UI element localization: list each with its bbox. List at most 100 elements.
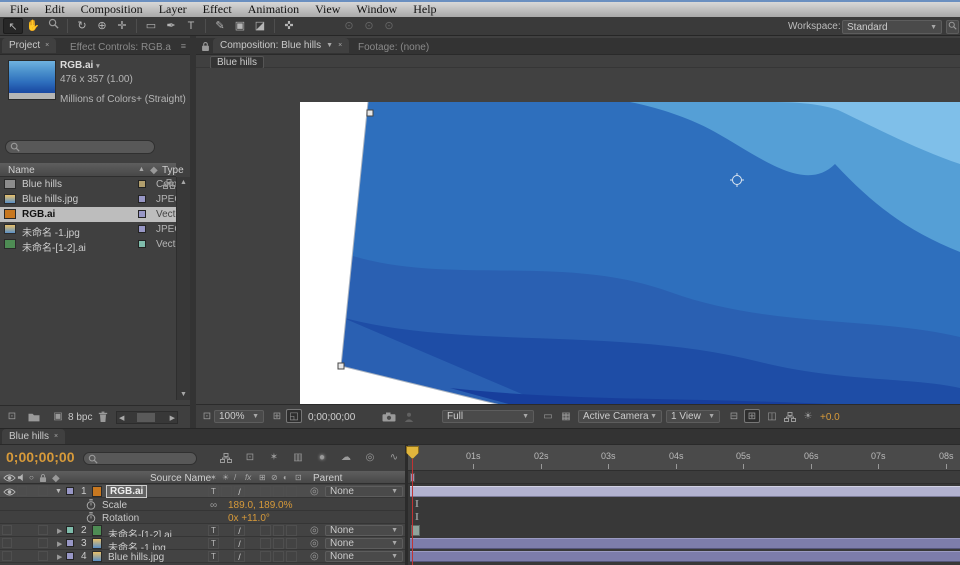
switch-cell[interactable] xyxy=(221,486,232,497)
collapse-transformations-switch[interactable]: T xyxy=(208,551,219,562)
grid-guides-icon[interactable]: ⊞ xyxy=(744,409,760,423)
audio-cell[interactable] xyxy=(17,486,27,496)
scroll-down-icon[interactable]: ▼ xyxy=(180,391,187,398)
menu-composition[interactable]: Composition xyxy=(81,2,143,17)
project-row-rgb-ai-selected[interactable]: RGB.ai Vecto xyxy=(0,207,176,222)
menu-layer[interactable]: Layer xyxy=(159,2,187,17)
expander-icon[interactable]: ▼ xyxy=(55,488,62,495)
parent-pickwhip-icon[interactable]: ◎ xyxy=(310,538,319,549)
parent-pickwhip-icon[interactable]: ◎ xyxy=(310,551,319,562)
tab-composition-blue-hills[interactable]: Composition: Blue hills ▼ × xyxy=(213,38,349,53)
snapshot-camera-icon[interactable] xyxy=(382,412,396,425)
switch-cell[interactable] xyxy=(260,551,271,562)
safe-margins-icon[interactable]: ⊞ xyxy=(269,410,285,424)
pen-tool-icon[interactable]: ✒ xyxy=(161,18,181,34)
camera-view-dropdown[interactable]: Active Camera▼ xyxy=(578,410,662,423)
motion-blur-icon[interactable]: ● xyxy=(314,451,330,465)
collapse-transformations-switch[interactable]: T xyxy=(208,525,219,536)
track-area[interactable]: I I xyxy=(408,484,960,565)
layer-bar-rgb-ai[interactable] xyxy=(410,486,960,497)
workspace-dropdown[interactable]: Standard▼ xyxy=(842,20,942,34)
current-time-display[interactable]: 0;00;00;00 xyxy=(6,449,75,465)
switch-cell[interactable] xyxy=(286,551,297,562)
layer-row-1[interactable]: ▼ 1 RGB.ai T / ◎ None▼ xyxy=(0,485,405,498)
interpret-footage-icon[interactable]: ⊡ xyxy=(4,410,20,424)
switch-cell[interactable] xyxy=(273,551,284,562)
switch-cell[interactable] xyxy=(273,525,284,536)
mask-shape-tool-icon[interactable]: ▭ xyxy=(141,18,161,34)
share-view-icon[interactable]: ⊟ xyxy=(726,410,742,424)
brush-tool-icon[interactable]: ✎ xyxy=(210,18,230,34)
view-layout-dropdown[interactable]: 1 View▼ xyxy=(666,410,720,423)
eraser-tool-icon[interactable]: ◪ xyxy=(250,18,270,34)
hide-shy-layers-icon[interactable]: ✶ xyxy=(266,451,282,465)
selection-tool-icon[interactable]: ↖ xyxy=(3,18,23,34)
layer-source-name[interactable]: Blue hills.jpg xyxy=(108,552,204,563)
close-icon[interactable]: × xyxy=(338,42,342,49)
always-preview-icon[interactable]: ⊡ xyxy=(199,410,215,424)
viewer-timecode[interactable]: 0;00;00;00 xyxy=(308,412,355,423)
composition-mini-flowchart-icon[interactable] xyxy=(220,453,232,466)
clone-stamp-tool-icon[interactable]: ▣ xyxy=(230,18,250,34)
mini-flowchart-icon[interactable] xyxy=(784,412,796,425)
lock-cell[interactable] xyxy=(38,551,48,561)
layer-row-3[interactable]: ▶ 3 未命名 -1.jpg T / ◎ None▼ xyxy=(0,537,405,550)
project-row-untitled-1-jpg[interactable]: 未命名 -1.jpg JPEG xyxy=(0,222,176,237)
switch-cell[interactable] xyxy=(286,486,297,497)
tab-footage-none[interactable]: Footage: (none) xyxy=(358,42,429,53)
show-snapshot-icon[interactable] xyxy=(404,412,414,425)
tab-timeline-blue-hills[interactable]: Blue hills× xyxy=(2,429,65,444)
transparency-grid-icon[interactable]: ▦ xyxy=(558,410,574,424)
project-scrollbar[interactable]: ▲ ▼ xyxy=(176,177,190,400)
region-of-interest-icon[interactable]: ◱ xyxy=(286,409,302,423)
quality-switch[interactable]: / xyxy=(234,538,245,549)
project-settings-icon[interactable]: ▣ xyxy=(50,410,66,424)
type-tool-icon[interactable]: T xyxy=(181,18,201,34)
resolution-dropdown[interactable]: Full▼ xyxy=(442,410,534,423)
tab-project[interactable]: Project× xyxy=(2,38,56,53)
time-ruler[interactable]: 01s 02s 03s 04s 05s 06s 07s 08s xyxy=(408,445,960,471)
camera-tool-icon[interactable]: ⊕ xyxy=(92,18,112,34)
parent-dropdown[interactable]: None▼ xyxy=(325,551,403,562)
column-type[interactable]: Type xyxy=(162,165,184,176)
timeline-search-input[interactable] xyxy=(83,452,197,465)
viewport[interactable] xyxy=(196,68,960,404)
property-row-rotation[interactable]: Rotation 0x +11.0° xyxy=(0,511,405,524)
label-color-swatch[interactable] xyxy=(138,195,146,203)
expander-icon[interactable]: ▶ xyxy=(57,553,62,561)
switch-cell[interactable] xyxy=(273,486,284,497)
panel-menu-icon[interactable]: ≡ xyxy=(181,41,186,51)
visibility-cell[interactable] xyxy=(2,525,12,535)
label-color-column-icon[interactable]: ◆ xyxy=(150,165,158,176)
label-color-swatch[interactable] xyxy=(138,225,146,233)
tab-effect-controls[interactable]: Effect Controls: RGB.a xyxy=(70,42,171,53)
draft-3d-icon[interactable]: ⊡ xyxy=(242,451,258,465)
quality-switch[interactable]: / xyxy=(234,525,245,536)
workspace-search-icon[interactable] xyxy=(946,20,959,34)
label-color-swatch[interactable] xyxy=(138,180,146,188)
label-color-swatch[interactable] xyxy=(138,240,146,248)
menu-edit[interactable]: Edit xyxy=(45,2,65,17)
layer-bar-untitled-1-jpg[interactable] xyxy=(410,538,960,549)
expression-ibeam-icon[interactable]: I xyxy=(415,512,419,523)
parent-pickwhip-icon[interactable]: ◎ xyxy=(310,525,319,536)
exposure-icon[interactable]: ☀ xyxy=(800,410,816,424)
layer-row-2[interactable]: ▶ 2 未命名-[1-2].ai T / ◎ None▼ xyxy=(0,524,405,537)
composition-canvas[interactable] xyxy=(300,102,960,404)
puppet-pin-tool-icon[interactable]: ✜ xyxy=(279,18,299,34)
scrollbar-thumb[interactable] xyxy=(137,413,155,422)
layer-label-swatch[interactable] xyxy=(66,539,74,547)
parent-dropdown[interactable]: None▼ xyxy=(325,538,403,549)
quality-switch[interactable]: / xyxy=(234,551,245,562)
project-row-blue-hills-jpg[interactable]: Blue hills.jpg JPEG xyxy=(0,192,176,207)
mini-flowchart-icon[interactable] xyxy=(163,179,175,189)
scroll-up-icon[interactable]: ▲ xyxy=(180,179,187,186)
menu-help[interactable]: Help xyxy=(413,2,436,17)
project-row-blue-hills[interactable]: Blue hills Comp xyxy=(0,177,176,192)
preview-item-name[interactable]: RGB.ai ▾ xyxy=(60,60,100,71)
lock-icon[interactable] xyxy=(201,41,210,55)
project-row-untitled-1-2-ai[interactable]: 未命名-[1-2].ai Vecto xyxy=(0,237,176,252)
menu-animation[interactable]: Animation xyxy=(248,2,299,17)
layer-bar-blue-hills-jpg[interactable] xyxy=(410,551,960,562)
project-list-header[interactable]: Name ▲ ◆ Type xyxy=(0,163,176,177)
